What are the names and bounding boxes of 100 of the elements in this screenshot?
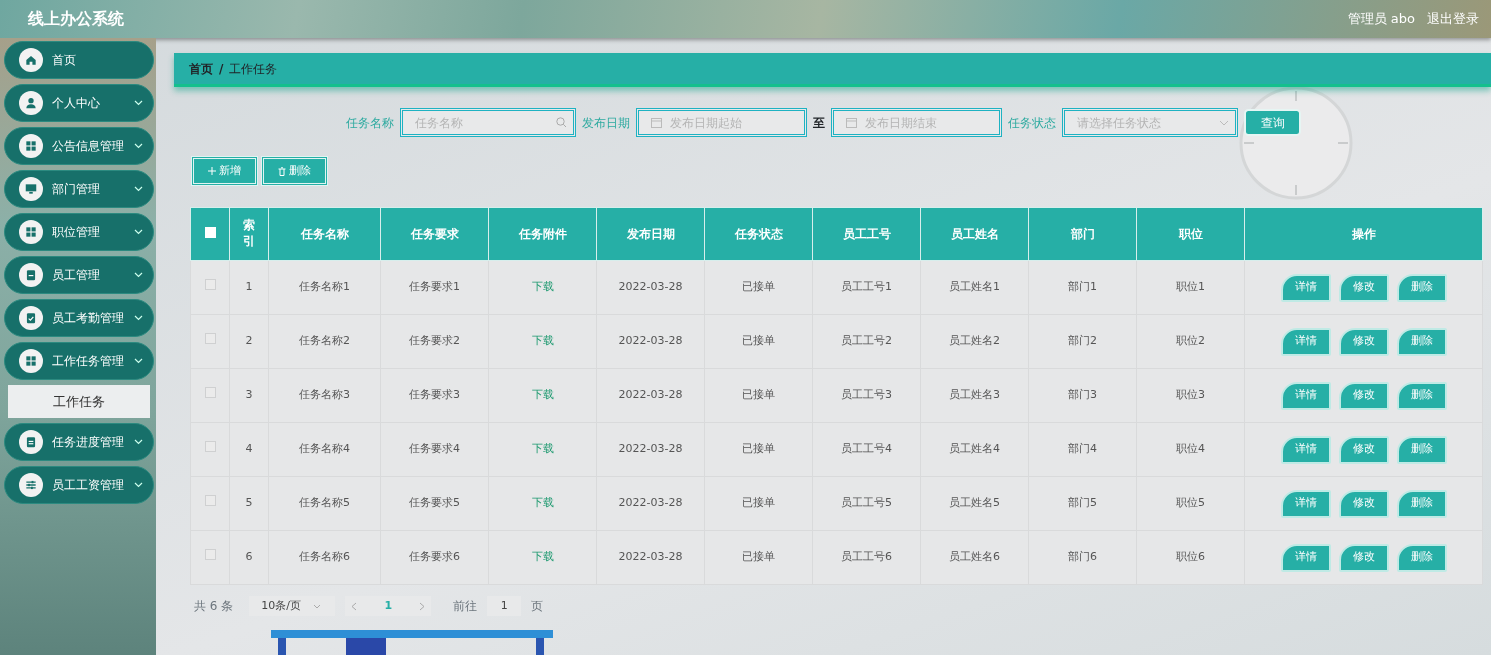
edit-button[interactable]: 修改 [1338, 543, 1389, 572]
user-label: 管理员 abo [1347, 10, 1415, 29]
sidebar-item[interactable]: 员工考勤管理 [4, 299, 154, 337]
table-cell: 员工姓名1 [920, 260, 1029, 315]
sidebar-item[interactable]: 个人中心 [4, 84, 154, 122]
table-cell: 任务名称1 [268, 260, 381, 315]
row-checkbox[interactable] [204, 441, 216, 453]
table-cell: 2022-03-28 [596, 530, 705, 585]
edit-button[interactable]: 修改 [1338, 327, 1389, 356]
download-link[interactable]: 下载 [531, 334, 554, 348]
breadcrumb-current: 工作任务 [229, 60, 278, 78]
row-checkbox[interactable] [204, 549, 216, 561]
table-cell: 6 [229, 530, 269, 585]
table-cell: 部门2 [1028, 314, 1137, 369]
app-title: 线上办公系统 [27, 8, 124, 30]
sidebar-item[interactable]: 职位管理 [4, 213, 154, 251]
sidebar-item[interactable]: 首页 [4, 41, 154, 79]
delete-button[interactable]: 删除 [1396, 489, 1447, 518]
table-cell: 任务名称6 [268, 530, 381, 585]
download-link[interactable]: 下载 [531, 550, 554, 564]
delete-button[interactable]: 删除 [1396, 381, 1447, 410]
add-button[interactable]: 新增 [191, 156, 258, 186]
row-checkbox[interactable] [204, 279, 216, 291]
previous-page-icon[interactable] [351, 601, 358, 611]
detail-button[interactable]: 详情 [1280, 489, 1331, 518]
table-cell: 员工工号6 [812, 530, 921, 585]
table-cell: 已接单 [704, 422, 813, 477]
chevron-icon [134, 143, 143, 149]
page-number[interactable]: 1 [384, 597, 393, 615]
sidebar-item[interactable]: 员工工资管理 [4, 466, 154, 504]
row-checkbox[interactable] [204, 387, 216, 399]
column-header: 部门 [1028, 207, 1137, 261]
sidebar-item[interactable]: 工作任务管理 [4, 342, 154, 380]
column-header: 索引 [242, 218, 256, 250]
goto-field[interactable]: 1 [487, 596, 522, 616]
table-cell: 2022-03-28 [596, 260, 705, 315]
calendar-icon [651, 117, 662, 128]
field-label: 任务名称 [346, 114, 394, 132]
chevron-icon [134, 482, 143, 488]
chevron-icon [312, 603, 321, 609]
field-label: 发布日期 [582, 114, 630, 132]
table-cell: 2022-03-28 [596, 476, 705, 531]
table-cell: 2 [229, 314, 269, 369]
table-cell: 已接单 [704, 314, 813, 369]
column-header: 任务附件 [488, 207, 597, 261]
column-header: 职位 [1136, 207, 1245, 261]
download-link[interactable]: 下载 [531, 280, 554, 294]
table-cell: 5 [229, 476, 269, 531]
table-cell: 职位3 [1136, 368, 1245, 423]
table-cell: 任务名称5 [268, 476, 381, 531]
table-cell: 员工工号2 [812, 314, 921, 369]
next-page-icon[interactable] [419, 601, 426, 611]
table-cell: 员工姓名2 [920, 314, 1029, 369]
delete-button[interactable]: 删除 [1396, 327, 1447, 356]
detail-button[interactable]: 详情 [1280, 543, 1331, 572]
delete-button[interactable]: 删除 [1396, 543, 1447, 572]
search-icon [556, 117, 567, 128]
delete-button[interactable]: 删除 [261, 156, 328, 186]
table-cell: 任务名称3 [268, 368, 381, 423]
delete-button[interactable]: 删除 [1396, 435, 1447, 464]
range-separator: 至 [813, 114, 825, 132]
detail-button[interactable]: 详情 [1280, 381, 1331, 410]
breadcrumb-separator: / [219, 60, 224, 78]
table-cell: 任务要求6 [380, 530, 489, 585]
sidebar-item[interactable]: 公告信息管理 [4, 127, 154, 165]
edit-button[interactable]: 修改 [1338, 489, 1389, 518]
table-cell: 员工工号3 [812, 368, 921, 423]
download-link[interactable]: 下载 [531, 442, 554, 456]
select-all-checkbox[interactable] [204, 227, 216, 238]
trash-icon [278, 166, 286, 176]
download-link[interactable]: 下载 [531, 388, 554, 402]
edit-button[interactable]: 修改 [1338, 381, 1389, 410]
breadcrumb-link[interactable]: 首页 [189, 59, 213, 78]
delete-button[interactable]: 删除 [1396, 273, 1447, 302]
detail-button[interactable]: 详情 [1280, 327, 1331, 356]
detail-button[interactable]: 详情 [1280, 273, 1331, 302]
sidebar-item[interactable]: 部门管理 [4, 170, 154, 208]
sidebar-subitem[interactable]: 工作任务 [8, 385, 150, 418]
table-cell: 职位5 [1136, 476, 1245, 531]
column-header: 任务名称 [268, 207, 381, 261]
row-checkbox[interactable] [204, 495, 216, 507]
chevron-icon [134, 100, 143, 106]
detail-button[interactable]: 详情 [1280, 435, 1331, 464]
table-cell: 已接单 [704, 368, 813, 423]
table-cell: 职位2 [1136, 314, 1245, 369]
monitor-icon [24, 182, 38, 196]
table-cell: 职位1 [1136, 260, 1245, 315]
edit-button[interactable]: 修改 [1338, 435, 1389, 464]
edit-button[interactable]: 修改 [1338, 273, 1389, 302]
logout-link[interactable]: 退出登录 [1427, 9, 1479, 29]
sidebar-item[interactable]: 任务进度管理 [4, 423, 154, 461]
chevron-icon [134, 358, 143, 364]
table-cell: 2022-03-28 [596, 368, 705, 423]
row-checkbox[interactable] [204, 333, 216, 345]
search-button[interactable]: 查询 [1244, 109, 1301, 136]
download-link[interactable]: 下载 [531, 496, 554, 510]
column-header: 发布日期 [596, 207, 705, 261]
page-size-select[interactable]: 10条/页 [249, 596, 336, 616]
table-cell: 部门6 [1028, 530, 1137, 585]
sidebar-item[interactable]: 员工管理 [4, 256, 154, 294]
